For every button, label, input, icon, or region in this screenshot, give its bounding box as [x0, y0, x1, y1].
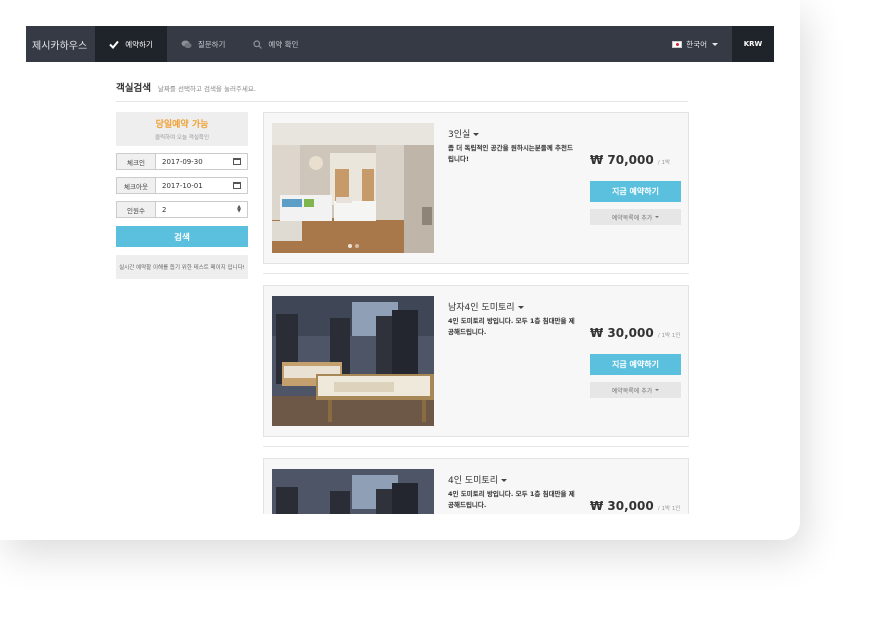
- room-photo[interactable]: [272, 123, 434, 253]
- room-price: ₩ 30,000 / 1박 1인: [590, 499, 681, 513]
- checkout-row: 체크아웃 2017-10-01: [116, 177, 248, 194]
- room-card: 남자4인 도미토리 4인 도미토리 방입니다. 모두 1층 침대만을 제공해드립…: [263, 285, 689, 437]
- checkout-label: 체크아웃: [116, 177, 156, 194]
- room-description: 좀 더 독립적인 공간을 원하시는분들께 추천드립니다!: [448, 144, 573, 163]
- room-photo-image: [272, 123, 434, 253]
- chevron-down-icon: [517, 306, 524, 309]
- nav-item-check-reservation[interactable]: 예약 확인: [239, 26, 312, 62]
- browser-frame: 제시카하우스 예약하기 질문하기 예약 확인 한국어 KRW 객실검색 날짜를 …: [0, 0, 800, 540]
- page-title: 객실검색: [116, 83, 151, 94]
- search-button[interactable]: 검색: [116, 226, 248, 247]
- currency-selector[interactable]: KRW: [732, 26, 774, 62]
- chat-icon: [181, 40, 192, 48]
- brand-name[interactable]: 제시카하우스: [26, 26, 95, 62]
- price-unit: / 1박: [657, 160, 671, 166]
- checkin-row: 체크인 2017-09-30: [116, 153, 248, 170]
- room-photo[interactable]: [272, 296, 434, 426]
- page-subtitle: 날짜를 선택하고 검색을 눌러주세요.: [157, 85, 256, 93]
- room-name[interactable]: 3인실: [448, 127, 480, 140]
- nav-item-label: 예약 확인: [268, 39, 299, 49]
- room-name[interactable]: 4인 도미토리: [448, 473, 507, 486]
- checkin-value: 2017-09-30: [162, 157, 203, 166]
- page-stage: 제시카하우스 예약하기 질문하기 예약 확인 한국어 KRW 객실검색 날짜를 …: [0, 0, 878, 622]
- add-to-list-button[interactable]: 예약목록에 추가: [590, 382, 681, 398]
- checkout-value: 2017-10-01: [162, 181, 203, 190]
- availability-title: 당일예약 가능: [155, 120, 209, 130]
- language-selector[interactable]: 한국어: [658, 26, 732, 62]
- guests-label: 인원수: [116, 201, 156, 218]
- nav-item-label: 예약하기: [125, 39, 153, 49]
- nav-item-reserve[interactable]: 예약하기: [95, 26, 167, 62]
- test-notice: 실시간 예약할 이해를 돕기 위한 테스트 페이지 입니다!: [116, 255, 248, 279]
- same-day-availability[interactable]: 당일예약 가능 클릭하여 오늘 객실확인: [116, 112, 248, 146]
- korea-flag-icon: [672, 40, 683, 48]
- guests-row: 인원수 2 ▲ ▼: [116, 201, 248, 218]
- nav-item-label: 질문하기: [197, 39, 226, 49]
- calendar-icon[interactable]: [233, 182, 241, 189]
- price-unit: / 1박 1인: [657, 506, 681, 512]
- search-icon: [253, 39, 263, 49]
- guests-field[interactable]: 2 ▲ ▼: [156, 201, 248, 218]
- room-photo-image: [272, 296, 434, 426]
- chevron-down-icon: [473, 133, 480, 136]
- checkin-field[interactable]: 2017-09-30: [156, 153, 248, 170]
- nav-item-question[interactable]: 질문하기: [167, 26, 240, 62]
- check-icon: [109, 40, 119, 49]
- guests-value: 2: [162, 205, 167, 214]
- room-name[interactable]: 남자4인 도미토리: [448, 300, 524, 313]
- room-price: ₩ 70,000 / 1박: [590, 153, 671, 167]
- search-sidebar: 당일예약 가능 클릭하여 오늘 객실확인 체크인 2017-09-30 체크아웃…: [116, 112, 248, 279]
- room-description: 4인 도미토리 방입니다. 모두 1층 침대만을 제공해드립니다.: [448, 317, 575, 336]
- add-to-list-button[interactable]: 예약목록에 추가: [590, 209, 681, 225]
- checkout-field[interactable]: 2017-10-01: [156, 177, 248, 194]
- top-navbar: 제시카하우스 예약하기 질문하기 예약 확인 한국어 KRW: [26, 26, 774, 62]
- divider: [263, 273, 689, 274]
- room-description: 4인 도미토리 방입니다. 모두 1층 침대만을 제공해드립니다.: [448, 490, 575, 509]
- chevron-down-icon: [501, 479, 507, 482]
- room-card: 3인실 좀 더 독립적인 공간을 원하시는분들께 추천드립니다! ₩ 70,00…: [263, 112, 689, 264]
- room-price: ₩ 30,000 / 1박 1인: [590, 326, 681, 340]
- chevron-down-icon: [712, 42, 718, 46]
- viewport-cutoff: [0, 514, 800, 540]
- chevron-down-icon: [655, 216, 660, 218]
- calendar-icon[interactable]: [233, 158, 241, 165]
- book-now-button[interactable]: 지금 예약하기: [590, 354, 681, 375]
- page-header: 객실검색 날짜를 선택하고 검색을 눌러주세요.: [116, 80, 688, 102]
- divider: [263, 446, 689, 447]
- chevron-down-icon: [655, 389, 660, 391]
- stepper-icon[interactable]: ▲ ▼: [237, 205, 241, 214]
- checkin-label: 체크인: [116, 153, 156, 170]
- price-unit: / 1박 1인: [657, 333, 681, 339]
- language-label: 한국어: [686, 39, 707, 49]
- book-now-button[interactable]: 지금 예약하기: [590, 181, 681, 202]
- availability-subtitle: 클릭하여 오늘 객실확인: [154, 135, 210, 141]
